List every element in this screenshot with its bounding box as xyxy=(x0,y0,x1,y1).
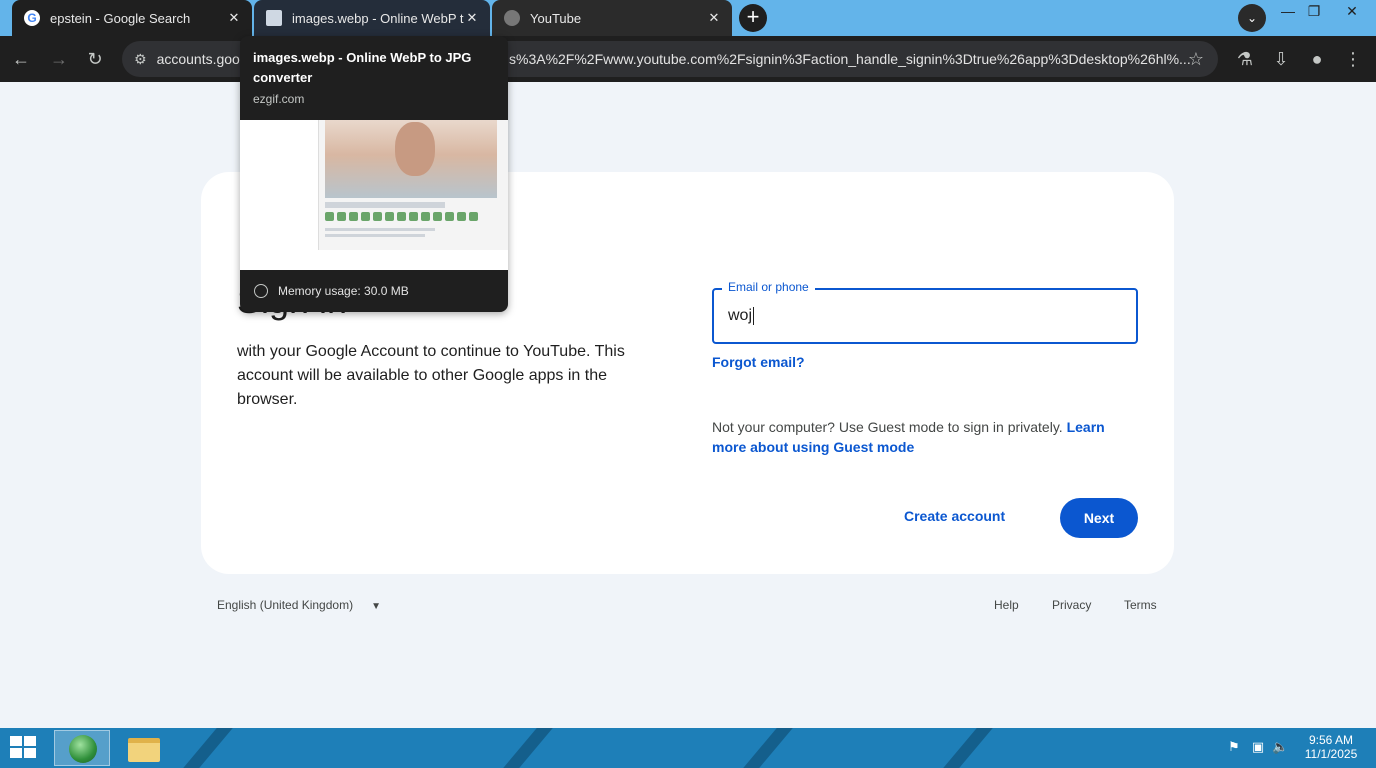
system-clock[interactable]: 9:56 AM 11/1/2025 xyxy=(1300,733,1362,761)
email-field[interactable]: Email or phone woj xyxy=(712,280,1138,344)
volume-icon[interactable]: 🔈 xyxy=(1272,739,1288,755)
browser-globe-icon xyxy=(69,735,97,763)
download-icon[interactable]: ⇩ xyxy=(1268,46,1294,72)
hovercard-preview xyxy=(240,120,508,270)
signin-subtext: with your Google Account to continue to … xyxy=(237,343,625,408)
email-field-value[interactable]: woj xyxy=(728,307,755,325)
help-link[interactable]: Help xyxy=(994,598,1019,612)
tab-search-chevron-icon[interactable]: ⌄ xyxy=(1238,4,1266,32)
close-icon[interactable]: ✕ xyxy=(706,10,722,26)
hovercard-memory: Memory usage: 30.0 MB xyxy=(240,270,508,312)
site-info-icon[interactable]: ⚙ xyxy=(134,51,147,68)
bookmark-star-icon[interactable]: ☆ xyxy=(1188,49,1204,70)
action-center-flag-icon[interactable]: ⚑ xyxy=(1226,739,1242,755)
terms-link[interactable]: Terms xyxy=(1124,598,1157,612)
taskbar-decoration xyxy=(743,728,793,768)
menu-kebab-icon[interactable]: ⋮ xyxy=(1340,46,1366,72)
privacy-link[interactable]: Privacy xyxy=(1052,598,1091,612)
folder-icon xyxy=(128,738,160,762)
tab-title: images.webp - Online WebP to JPG convert… xyxy=(292,10,464,26)
clock-date: 11/1/2025 xyxy=(1304,747,1358,761)
google-g-icon: G xyxy=(24,10,40,26)
email-field-label: Email or phone xyxy=(722,280,815,294)
language-selector[interactable]: English (United Kingdom) ▼ xyxy=(217,598,381,612)
next-button[interactable]: Next xyxy=(1060,498,1138,538)
globe-icon xyxy=(504,10,520,26)
taskbar-file-explorer-button[interactable] xyxy=(116,730,172,766)
guest-mode-notice: Not your computer? Use Guest mode to sig… xyxy=(712,417,1132,457)
close-icon[interactable]: ✕ xyxy=(464,10,480,26)
preview-face xyxy=(395,122,435,176)
preview-text-line xyxy=(325,228,435,231)
reload-icon[interactable]: ↻ xyxy=(82,46,108,72)
language-label: English (United Kingdom) xyxy=(217,598,354,612)
forward-arrow-icon[interactable]: → xyxy=(46,46,72,72)
close-icon[interactable]: ✕ xyxy=(226,10,242,26)
restore-icon[interactable]: ❐ xyxy=(1300,0,1328,28)
minimize-icon[interactable]: — xyxy=(1274,0,1302,28)
preview-screenshot xyxy=(318,120,508,250)
taskbar-decoration xyxy=(503,728,553,768)
url-text-start: accounts.goog xyxy=(156,51,248,67)
create-account-button[interactable]: Create account xyxy=(904,508,1005,524)
hovercard-title: images.webp - Online WebP to JPG convert… xyxy=(253,50,472,85)
guest-mode-text: Not your computer? Use Guest mode to sig… xyxy=(712,419,1063,435)
preview-text-line xyxy=(325,202,445,208)
taskbar-decoration xyxy=(183,728,233,768)
taskbar: ⚑ ▣ 🔈 9:56 AM 11/1/2025 xyxy=(0,728,1376,768)
taskbar-browser-button[interactable] xyxy=(54,730,110,766)
network-icon[interactable]: ▣ xyxy=(1250,739,1266,755)
memory-usage-text: Memory usage: 30.0 MB xyxy=(278,284,409,298)
tab-title: YouTube xyxy=(530,10,582,26)
tab-title: epstein - Google Search xyxy=(50,10,191,26)
new-tab-button[interactable]: + xyxy=(739,4,767,32)
browser-toolbar: ← → ↻ ⚙ accounts.goog s%3A%2F%2Fwww.yout… xyxy=(0,36,1376,82)
memory-gauge-icon xyxy=(254,284,268,298)
tab-hover-card: images.webp - Online WebP to JPG convert… xyxy=(240,36,508,312)
windows-start-icon[interactable] xyxy=(10,736,38,760)
hovercard-domain: ezgif.com xyxy=(253,92,305,106)
preview-toolbar xyxy=(325,212,478,221)
labs-flask-icon[interactable]: ⚗ xyxy=(1232,46,1258,72)
close-window-icon[interactable]: ✕ xyxy=(1338,0,1366,28)
tab-strip: G epstein - Google Search ✕ images.webp … xyxy=(0,0,1376,36)
dropdown-caret-icon: ▼ xyxy=(371,601,381,612)
tab-youtube[interactable]: YouTube ✕ xyxy=(492,0,732,36)
profile-icon[interactable]: ● xyxy=(1304,46,1330,72)
preview-photo xyxy=(325,120,497,198)
tab-ezgif[interactable]: images.webp - Online WebP to JPG convert… xyxy=(254,0,490,36)
ezgif-icon xyxy=(266,10,282,26)
url-text-end: s%3A%2F%2Fwww.youtube.com%2Fsignin%3Fact… xyxy=(509,51,1191,67)
clock-time: 9:56 AM xyxy=(1308,733,1354,747)
taskbar-decoration xyxy=(943,728,993,768)
tab-google-search[interactable]: G epstein - Google Search ✕ xyxy=(12,0,252,36)
forgot-email-link[interactable]: Forgot email? xyxy=(712,354,805,370)
preview-text-line xyxy=(325,234,425,237)
back-arrow-icon[interactable]: ← xyxy=(8,46,34,72)
